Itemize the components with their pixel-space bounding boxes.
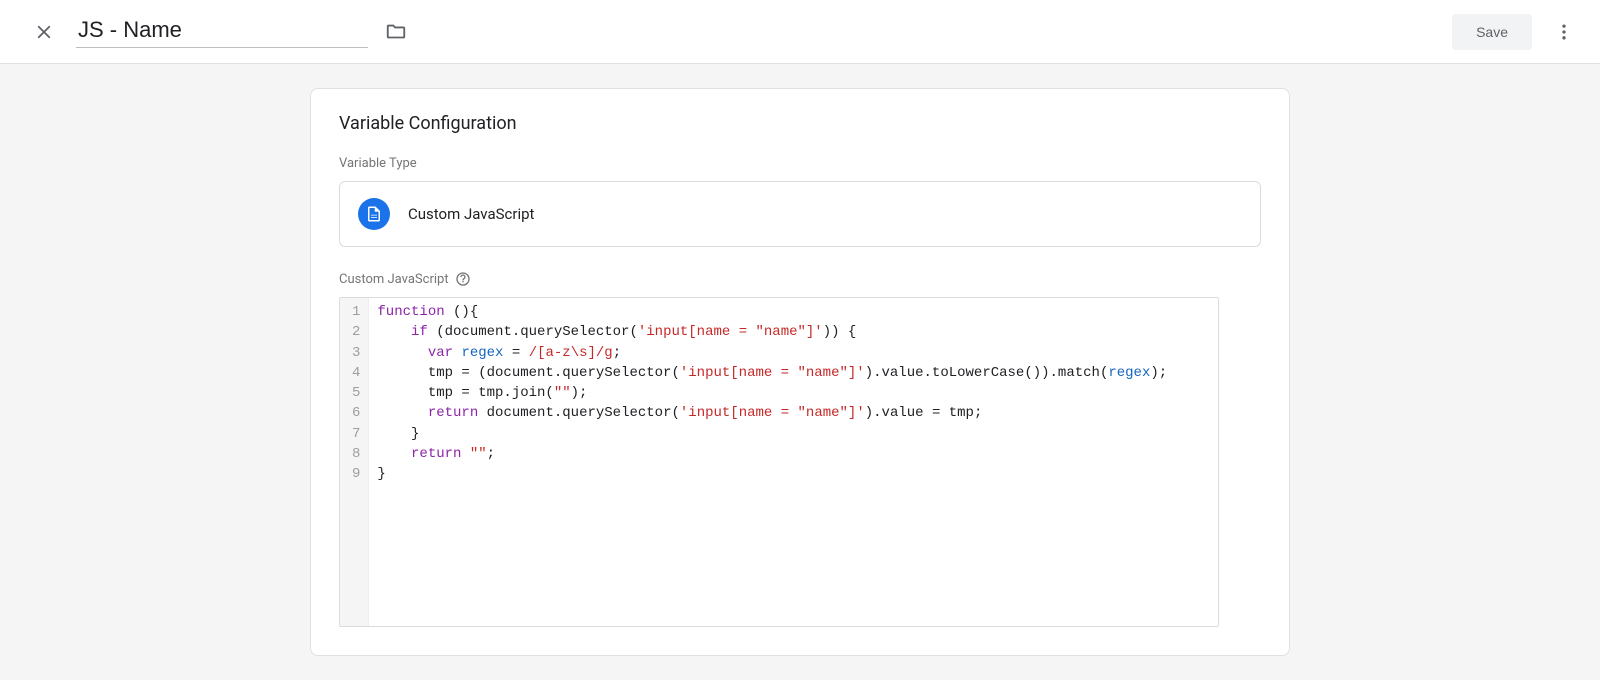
header-bar: Save bbox=[0, 0, 1600, 64]
custom-js-icon bbox=[358, 198, 390, 230]
save-button[interactable]: Save bbox=[1452, 14, 1532, 50]
folder-icon bbox=[385, 21, 407, 43]
close-button[interactable] bbox=[24, 12, 64, 52]
folder-button[interactable] bbox=[376, 12, 416, 52]
custom-js-label: Custom JavaScript bbox=[339, 271, 1261, 287]
variable-type-name: Custom JavaScript bbox=[408, 205, 534, 223]
variable-type-label-text: Variable Type bbox=[339, 156, 417, 171]
help-icon[interactable] bbox=[455, 271, 471, 287]
variable-config-card: Variable Configuration Variable Type Cus… bbox=[310, 88, 1290, 656]
code-gutter: 123456789 bbox=[340, 298, 369, 626]
card-title: Variable Configuration bbox=[339, 113, 1261, 134]
custom-js-label-text: Custom JavaScript bbox=[339, 272, 449, 287]
more-vert-icon bbox=[1554, 22, 1574, 42]
variable-type-label: Variable Type bbox=[339, 156, 1261, 171]
code-editor[interactable]: 123456789 function (){ if (document.quer… bbox=[339, 297, 1219, 627]
body-area: Variable Configuration Variable Type Cus… bbox=[0, 64, 1600, 680]
more-menu-button[interactable] bbox=[1544, 12, 1584, 52]
close-icon bbox=[33, 21, 55, 43]
variable-type-selector[interactable]: Custom JavaScript bbox=[339, 181, 1261, 247]
variable-name-input[interactable] bbox=[76, 15, 368, 48]
code-content[interactable]: function (){ if (document.querySelector(… bbox=[369, 298, 1218, 626]
